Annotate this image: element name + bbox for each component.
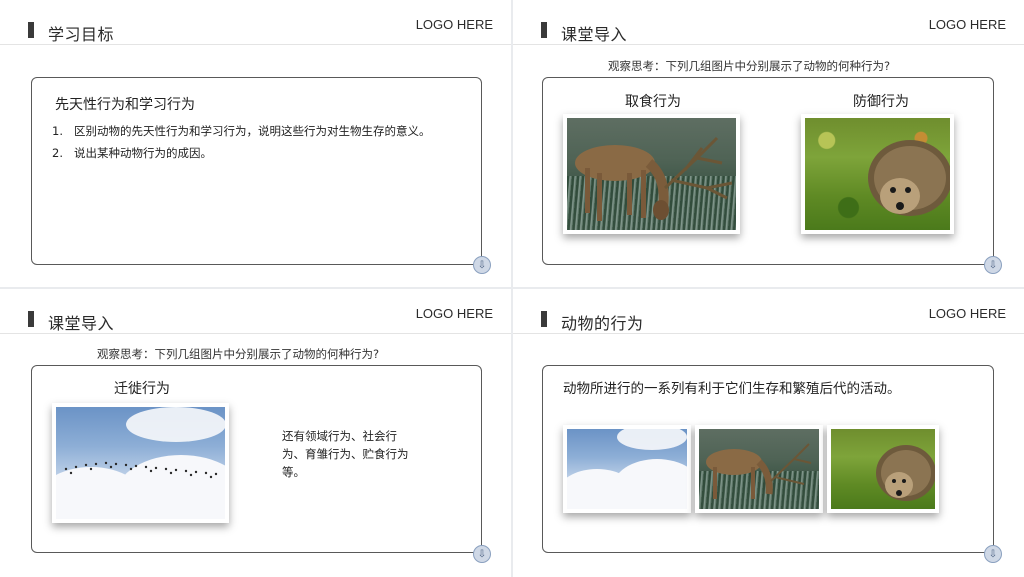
question-text: 观察思考：下列几组图片中分别展示了动物的何种行为?	[608, 59, 891, 73]
slide-intro-feeding-defense[interactable]: 课堂导入 LOGO HERE 观察思考：下列几组图片中分别展示了动物的何种行为?…	[513, 0, 1024, 287]
slide-learning-goals[interactable]: 学习目标 LOGO HERE 先天性行为和学习行为 1. 区别动物的先天性行为和学…	[0, 0, 511, 287]
objectives-title: 先天性行为和学习行为	[55, 97, 195, 113]
extra-behaviors-text: 还有领域行为、社会行为、育雏行为、贮食行为等。	[282, 429, 409, 479]
header-divider	[513, 44, 1024, 45]
hedgehog-illustration	[868, 140, 950, 216]
caption-defense: 防御行为	[853, 94, 909, 110]
slide-intro-migration[interactable]: 课堂导入 LOGO HERE 观察思考：下列几组图片中分别展示了动物的何种行为?…	[0, 289, 511, 577]
title-bar-marker	[541, 22, 547, 38]
logo-placeholder: LOGO HERE	[928, 306, 1006, 321]
bird-flock	[64, 461, 218, 479]
title-bar-marker	[28, 311, 34, 327]
list-number: 2.	[52, 146, 63, 160]
hedgehog-photo	[827, 425, 939, 513]
page-badge-icon[interactable]: ⇩	[984, 256, 1002, 274]
logo-placeholder: LOGO HERE	[415, 306, 493, 321]
sky-birds-photo	[52, 403, 229, 523]
slide-title: 课堂导入	[561, 25, 628, 44]
page-badge-icon[interactable]: ⇩	[473, 545, 491, 563]
list-text: 说出某种动物行为的成因。	[74, 146, 212, 160]
title-bar-marker	[28, 22, 34, 38]
list-text: 区别动物的先天性行为和学习行为，说明这些行为对生物生存的意义。	[74, 124, 431, 138]
header-divider	[513, 333, 1024, 334]
deer-illustration	[575, 136, 733, 221]
logo-placeholder: LOGO HERE	[415, 17, 493, 32]
objectives-list: 1. 区别动物的先天性行为和学习行为，说明这些行为对生物生存的意义。 2. 说出某种…	[52, 120, 472, 164]
title-bar-marker	[541, 311, 547, 327]
deer-photo	[695, 425, 823, 513]
header-divider	[0, 44, 511, 45]
list-number: 1.	[52, 124, 63, 138]
slide-animal-behavior[interactable]: 动物的行为 LOGO HERE 动物所进行的一系列有利于它们生存和繁殖后代的活动…	[513, 289, 1024, 577]
list-item: 2. 说出某种动物行为的成因。	[52, 142, 472, 164]
deer-illustration	[706, 443, 812, 499]
caption-migration: 迁徙行为	[114, 381, 170, 397]
question-text: 观察思考：下列几组图片中分别展示了动物的何种行为?	[97, 347, 380, 361]
logo-placeholder: LOGO HERE	[928, 17, 1006, 32]
slide-title: 学习目标	[48, 25, 115, 44]
slide-title: 课堂导入	[48, 314, 115, 333]
caption-feeding: 取食行为	[625, 94, 681, 110]
page-badge-icon[interactable]: ⇩	[473, 256, 491, 274]
list-item: 1. 区别动物的先天性行为和学习行为，说明这些行为对生物生存的意义。	[52, 120, 472, 142]
definition-text: 动物所进行的一系列有利于它们生存和繁殖后代的活动。	[563, 381, 901, 397]
sky-birds-photo	[563, 425, 691, 513]
hedgehog-illustration	[876, 445, 935, 501]
header-divider	[0, 333, 511, 334]
slide-grid: 学习目标 LOGO HERE 先天性行为和学习行为 1. 区别动物的先天性行为和学…	[0, 0, 1024, 577]
page-badge-icon[interactable]: ⇩	[984, 545, 1002, 563]
deer-photo	[563, 114, 740, 234]
hedgehog-photo	[801, 114, 954, 234]
slide-title: 动物的行为	[561, 314, 644, 333]
